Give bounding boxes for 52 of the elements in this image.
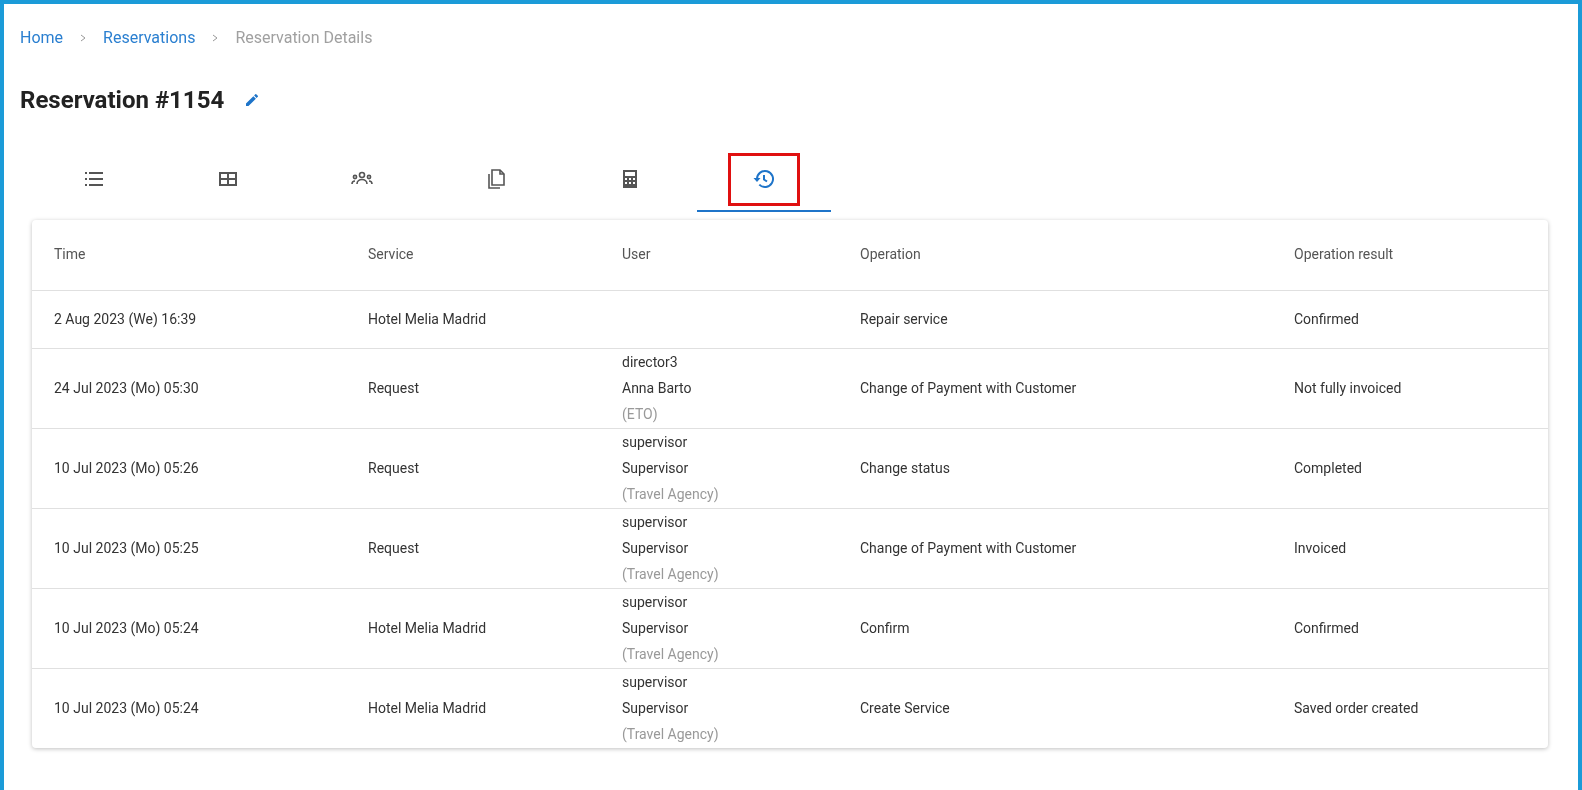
chevron-icon — [79, 33, 88, 43]
table-cell: Request — [368, 459, 419, 476]
user-login: supervisor — [622, 593, 689, 612]
table-cell: Change of Payment with Customer — [860, 379, 1077, 396]
user-organization: (Travel Agency) — [622, 565, 720, 585]
user-name: Supervisor — [622, 699, 690, 719]
column-header: Operation — [860, 246, 921, 263]
column-header: Time — [54, 246, 86, 263]
table-cell: Confirmed — [1294, 310, 1359, 327]
breadcrumb-link[interactable]: Reservations — [103, 26, 196, 50]
table-cell: Hotel Melia Madrid — [368, 310, 487, 327]
table-cell: Saved order created — [1294, 699, 1419, 716]
table-cell: 10 Jul 2023 (Mo) 05:26 — [54, 459, 199, 476]
user-login: supervisor — [622, 433, 689, 452]
table-cell: Invoiced — [1294, 539, 1347, 556]
table-cell: 24 Jul 2023 (Mo) 05:30 — [54, 379, 199, 396]
history-icon — [752, 167, 776, 191]
table-cell: Completed — [1294, 459, 1362, 476]
table-cell: 10 Jul 2023 (Mo) 05:24 — [54, 699, 199, 716]
user-organization: (Travel Agency) — [622, 725, 720, 745]
table-cell: 10 Jul 2023 (Mo) 05:25 — [54, 539, 199, 556]
user-name: Anna Barto — [622, 379, 693, 398]
table-cell: Not fully invoiced — [1294, 379, 1402, 396]
user-login: supervisor — [622, 513, 689, 532]
user-organization: (Travel Agency) — [622, 485, 720, 505]
chevron-icon — [211, 33, 220, 43]
table-cell: Confirmed — [1294, 619, 1359, 636]
breadcrumb-link[interactable]: Home — [20, 26, 64, 50]
table-cell: Request — [368, 379, 419, 396]
user-organization: (Travel Agency) — [622, 645, 720, 665]
table-cell: Change status — [860, 459, 950, 476]
table-cell: Hotel Melia Madrid — [368, 619, 487, 636]
page-title: Reservation #1154 — [20, 85, 225, 116]
table-cell: Confirm — [860, 619, 910, 636]
user-login: supervisor — [622, 673, 689, 693]
table-cell: Repair service — [860, 310, 948, 327]
table-cell: Request — [368, 539, 419, 556]
table-cell: Create Service — [860, 699, 950, 716]
user-name: Supervisor — [622, 459, 690, 478]
user-login: director3 — [622, 353, 679, 372]
table-cell: Change of Payment with Customer — [860, 539, 1077, 556]
table-cell: 10 Jul 2023 (Mo) 05:24 — [54, 619, 199, 636]
table-cell: 2 Aug 2023 (We) 16:39 — [54, 310, 197, 327]
breadcrumb-current: Reservation Details — [235, 27, 373, 49]
user-name: Supervisor — [622, 619, 690, 638]
user-organization: (ETO) — [622, 405, 659, 425]
column-header: Service — [368, 246, 414, 263]
table-cell: Hotel Melia Madrid — [368, 699, 487, 716]
column-header: Operation result — [1294, 246, 1394, 263]
edit-icon[interactable] — [244, 92, 261, 108]
user-name: Supervisor — [622, 539, 690, 558]
column-header: User — [622, 246, 651, 263]
